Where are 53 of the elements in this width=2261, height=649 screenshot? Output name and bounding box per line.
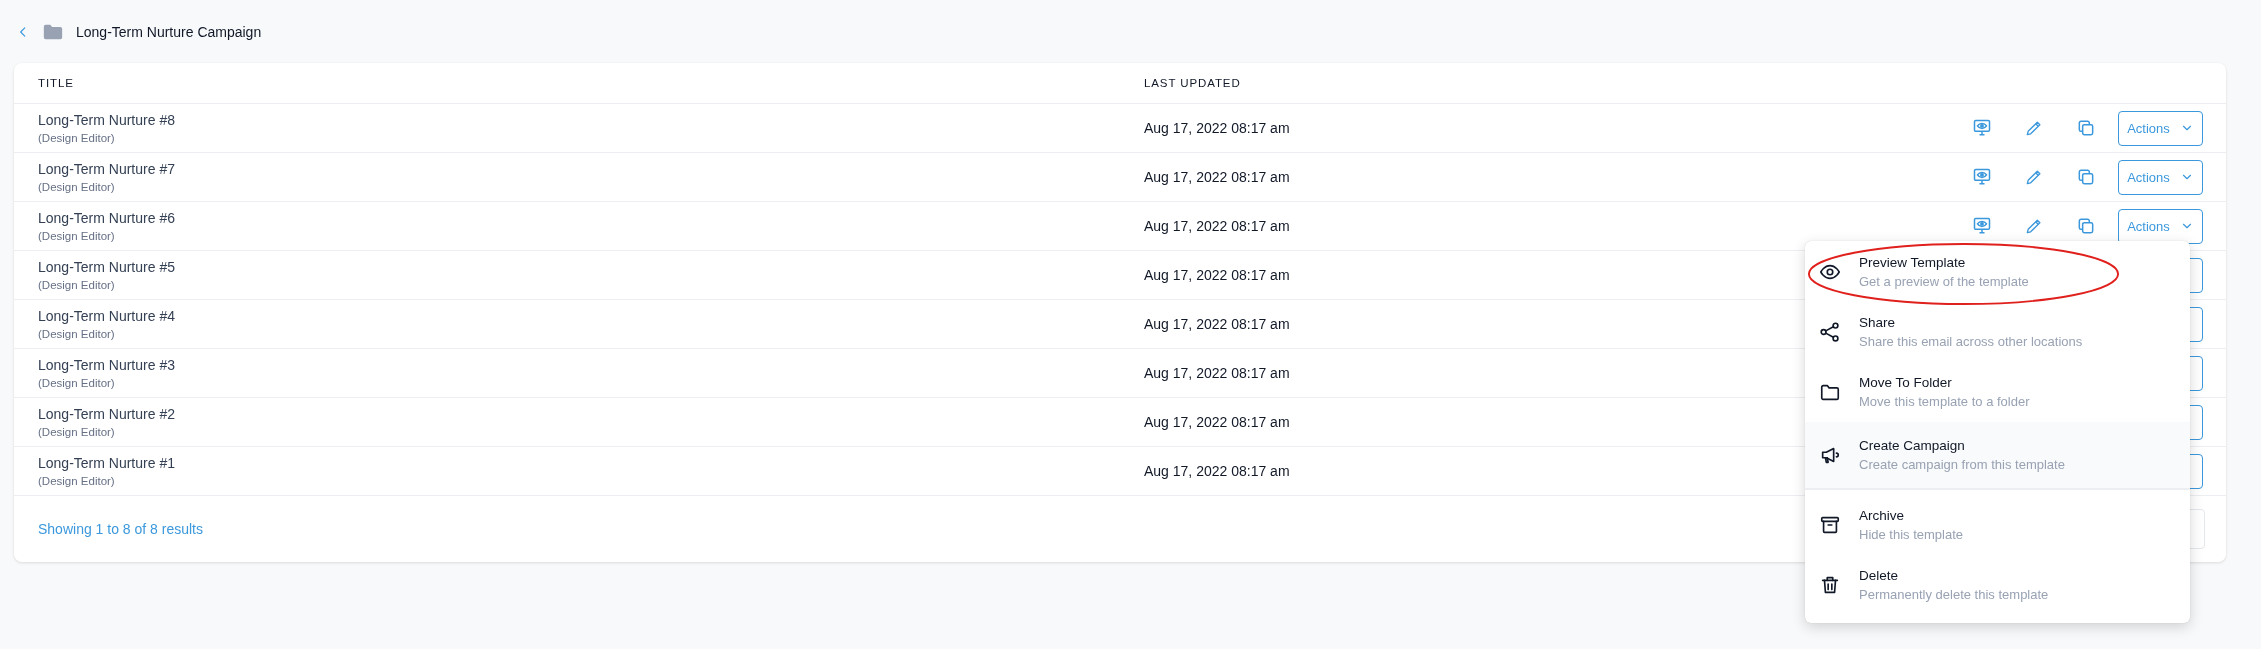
menu-item[interactable]: Create Campaign Create campaign from this template <box>1805 421 2190 488</box>
menu-item[interactable]: Delete Permanently delete this template <box>1805 554 2190 615</box>
template-title[interactable]: Long-Term Nurture #2 <box>38 406 1144 422</box>
updated-date: Aug 17, 2022 08:17 am <box>1144 463 1291 479</box>
menu-item[interactable]: Move To Folder Move this template to a folder <box>1805 361 2190 422</box>
menu-item[interactable]: Preview Template Get a preview of the template <box>1805 241 2190 302</box>
monitor-eye-icon[interactable] <box>1972 216 1992 236</box>
menu-item-description: Create campaign from this template <box>1859 456 2065 472</box>
folder-title: Long-Term Nurture Campaign <box>76 24 262 40</box>
template-title[interactable]: Long-Term Nurture #4 <box>38 308 1144 324</box>
menu-item-description: Move this template to a folder <box>1859 393 2030 409</box>
updated-date: Aug 17, 2022 08:17 am <box>1144 169 1291 185</box>
menu-item-label: Share <box>1859 314 1897 330</box>
template-title[interactable]: Long-Term Nurture #5 <box>38 259 1144 275</box>
menu-item-label: Archive <box>1859 507 1905 523</box>
editor-type: (Design Editor) <box>38 426 116 438</box>
monitor-eye-icon[interactable] <box>1972 118 1992 138</box>
updated-date: Aug 17, 2022 08:17 am <box>1144 414 1291 430</box>
updated-date: Aug 17, 2022 08:17 am <box>1144 267 1291 283</box>
menu-item-label: Create Campaign <box>1859 437 1966 453</box>
editor-type: (Design Editor) <box>38 377 116 389</box>
updated-date: Aug 17, 2022 08:17 am <box>1144 365 1291 381</box>
editor-type: (Design Editor) <box>38 181 116 193</box>
updated-date: Aug 17, 2022 08:17 am <box>1144 316 1291 332</box>
menu-item-description: Permanently delete this template <box>1859 586 2049 602</box>
updated-date: Aug 17, 2022 08:17 am <box>1144 218 1291 234</box>
menu-item[interactable]: Share Share this email across other locations <box>1805 301 2190 362</box>
copy-icon[interactable] <box>2076 118 2096 138</box>
monitor-eye-icon[interactable] <box>1972 167 1992 187</box>
template-title[interactable]: Long-Term Nurture #3 <box>38 357 1144 373</box>
editor-type: (Design Editor) <box>38 132 116 144</box>
copy-icon[interactable] <box>2076 167 2096 187</box>
template-title[interactable]: Long-Term Nurture #1 <box>38 455 1144 471</box>
menu-item-description: Hide this template <box>1859 526 1964 542</box>
results-summary: Showing 1 to 8 of 8 results <box>38 521 203 537</box>
template-title[interactable]: Long-Term Nurture #8 <box>38 112 1144 128</box>
updated-date: Aug 17, 2022 08:17 am <box>1144 120 1291 136</box>
template-title[interactable]: Long-Term Nurture #7 <box>38 161 1144 177</box>
template-title[interactable]: Long-Term Nurture #6 <box>38 210 1144 226</box>
menu-item-label: Move To Folder <box>1859 374 1953 390</box>
menu-item-label: Preview Template <box>1859 254 1967 270</box>
editor-type: (Design Editor) <box>38 279 116 291</box>
column-header: TITLE <box>37 77 75 89</box>
editor-type: (Design Editor) <box>38 328 116 340</box>
editor-type: (Design Editor) <box>38 475 116 487</box>
menu-item[interactable]: Archive Hide this template <box>1805 494 2190 555</box>
menu-item-description: Get a preview of the template <box>1859 273 2029 289</box>
editor-type: (Design Editor) <box>38 230 116 242</box>
copy-icon[interactable] <box>2076 216 2096 236</box>
column-header: LAST UPDATED <box>1144 77 1242 89</box>
menu-item-label: Delete <box>1859 567 1900 583</box>
share-icon <box>1819 320 1841 343</box>
menu-item-description: Share this email across other locations <box>1859 333 2083 349</box>
